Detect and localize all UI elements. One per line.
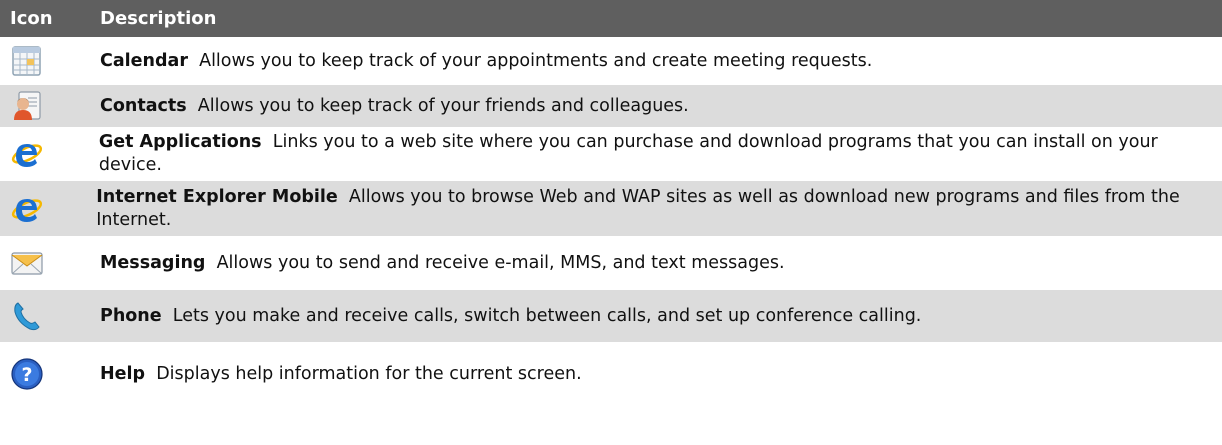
row-text: Allows you to keep track of your appoint… — [199, 50, 873, 71]
table-row: Messaging Allows you to send and receive… — [0, 236, 1222, 290]
header-icon-col: Icon — [10, 8, 53, 29]
row-title: Get Applications — [98, 132, 262, 152]
phone-icon — [14, 302, 40, 331]
row-title: Phone — [100, 305, 162, 326]
table-row: Contacts Allows you to keep track of you… — [0, 85, 1222, 127]
row-text: Allows you to keep track of your friends… — [197, 95, 689, 116]
row-title: Calendar — [100, 50, 188, 71]
table-row: Phone Lets you make and receive calls, s… — [0, 290, 1222, 342]
row-title: Contacts — [100, 95, 187, 116]
envelope-icon — [11, 252, 43, 275]
row-text: Displays help information for the curren… — [156, 363, 582, 384]
table-row: ? Help Displays help information for the… — [0, 342, 1222, 406]
row-title: Messaging — [100, 252, 206, 273]
row-text: Allows you to send and receive e-mail, M… — [216, 252, 785, 273]
table-row: Internet Explorer Mobile Allows you to b… — [0, 181, 1222, 236]
internet-explorer-icon — [11, 198, 43, 222]
table-row: Get Applications Links you to a web site… — [0, 127, 1222, 181]
icon-description-table: Icon Description Calendar Allows you to … — [0, 0, 1222, 406]
header-desc-col: Description — [100, 8, 217, 29]
table-header: Icon Description — [0, 0, 1222, 37]
contacts-icon — [14, 91, 41, 120]
row-title: Internet Explorer Mobile — [96, 186, 338, 207]
calendar-icon — [12, 46, 41, 76]
row-title: Help — [100, 363, 146, 384]
internet-explorer-icon — [11, 144, 43, 167]
table-row: Calendar Allows you to keep track of you… — [0, 37, 1222, 85]
help-icon: ? — [11, 358, 43, 390]
row-text: Lets you make and receive calls, switch … — [172, 305, 922, 326]
svg-text:?: ? — [21, 364, 32, 386]
